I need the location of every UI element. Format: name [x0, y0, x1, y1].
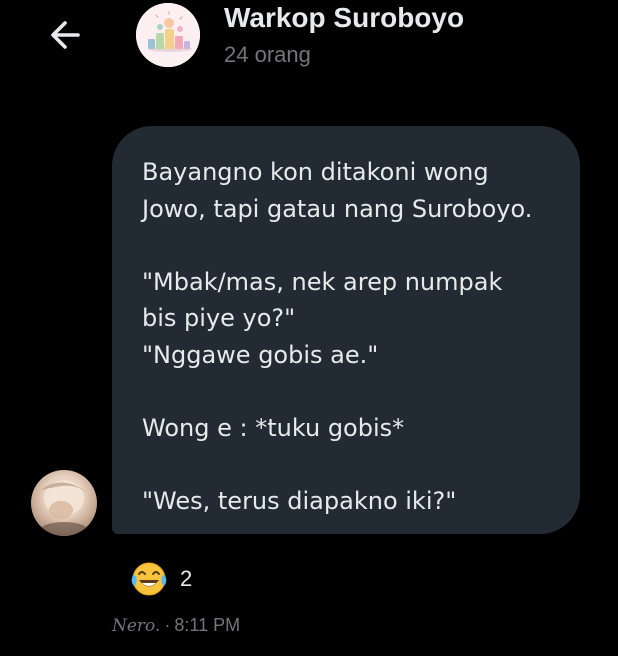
sender-avatar-photo: [40, 480, 88, 536]
sender-name[interactable]: Nero.: [112, 616, 160, 636]
reaction-button[interactable]: 2: [128, 560, 192, 598]
member-count[interactable]: 24 orang: [224, 42, 311, 68]
message-line: "Wes, terus diapakno iki?": [142, 486, 457, 515]
message-line: Bayangno kon ditakoni wong: [142, 158, 489, 186]
sender-avatar[interactable]: [31, 470, 97, 536]
message-line: [142, 373, 550, 410]
conversation-header: Warkop Suroboyo 24 orang: [0, 0, 618, 90]
message-timestamp: 8:11 PM: [174, 615, 241, 635]
message-line: Jowo, tapi gatau nang Suroboyo.: [142, 194, 533, 223]
reaction-count: 2: [180, 566, 193, 591]
arrow-left-icon: [51, 21, 80, 49]
message-line: [142, 446, 550, 483]
message-line: "Mbak/mas, nek arep numpak: [142, 267, 503, 296]
message-meta: Nero. · 8:11 PM: [112, 615, 240, 636]
message-line: [142, 227, 550, 264]
message-line: Wong e : *tuku gobis*: [142, 413, 405, 442]
message-line: "Nggawe gobis ae.": [142, 340, 379, 369]
meta-separator: ·: [164, 615, 171, 635]
message-line: bis piye yo?": [142, 304, 296, 332]
back-button[interactable]: [44, 14, 86, 56]
group-avatar[interactable]: [136, 3, 200, 67]
group-avatar-illustration: [136, 3, 200, 67]
message-bubble[interactable]: Bayangno kon ditakoni wong Jowo, tapi ga…: [112, 126, 580, 534]
group-name[interactable]: Warkop Suroboyo: [224, 2, 464, 34]
face-with-tears-of-joy-icon: [131, 562, 167, 596]
